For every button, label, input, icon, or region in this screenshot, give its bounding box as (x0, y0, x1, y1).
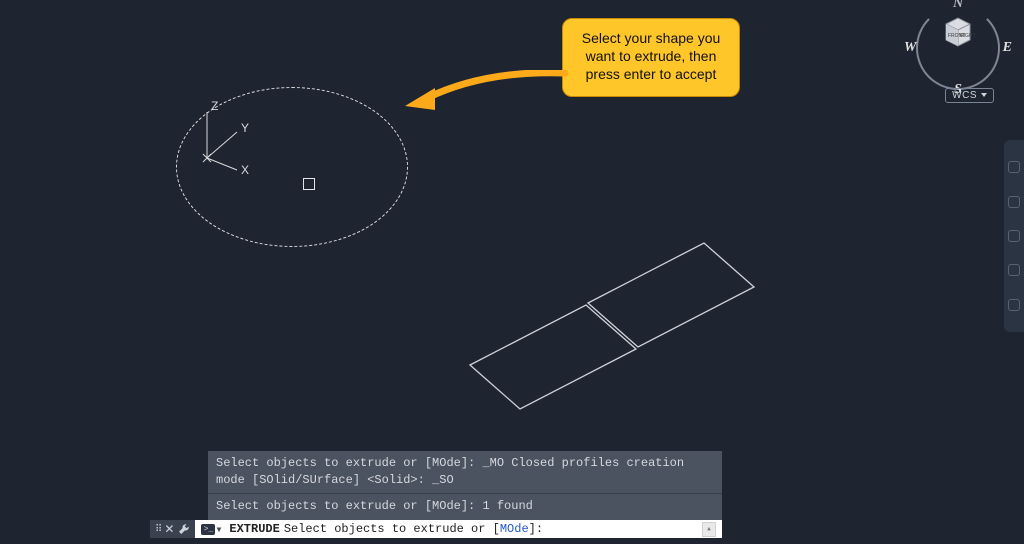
compass-e[interactable]: E (1003, 40, 1012, 56)
command-prompt: Select objects to extrude or [MOde]: (284, 522, 543, 536)
pickbox-cursor (303, 178, 315, 190)
active-command: EXTRUDE (229, 522, 279, 536)
close-icon[interactable]: ✕ (164, 523, 174, 535)
navbar-button[interactable] (1008, 230, 1020, 242)
selected-ellipse[interactable] (176, 87, 408, 247)
command-option[interactable]: MOde (500, 522, 529, 536)
navbar-button[interactable] (1008, 196, 1020, 208)
command-line[interactable]: ⠿ ✕ >_ ▾ EXTRUDE Select objects to extru… (150, 520, 722, 538)
navigation-bar[interactable] (1004, 140, 1024, 332)
command-line-controls: ⠿ ✕ (150, 520, 195, 538)
compass-n: N (953, 0, 963, 12)
recent-commands-caret[interactable]: ▾ (215, 522, 223, 537)
viewcube-cube[interactable]: FRONT RIGHT (938, 12, 978, 52)
chevron-down-icon (981, 93, 987, 97)
svg-text:RIGHT: RIGHT (960, 33, 976, 39)
history-line: Select objects to extrude or [MOde]: 1 f… (216, 498, 714, 515)
drawing-canvas[interactable]: X Y Z Select your shape you want to extr… (0, 0, 1024, 544)
instruction-text: Select your shape you want to extrude, t… (582, 30, 721, 82)
command-input[interactable]: >_ ▾ EXTRUDE Select objects to extrude o… (195, 520, 722, 538)
terminal-icon: >_ (201, 524, 215, 535)
navbar-button[interactable] (1008, 161, 1020, 173)
command-history: Select objects to extrude or [MOde]: _MO… (208, 451, 722, 520)
history-line: Select objects to extrude or [MOde]: _MO… (216, 455, 714, 490)
drag-handle-icon[interactable]: ⠿ (155, 524, 160, 535)
compass-w[interactable]: W (904, 40, 916, 56)
viewcube[interactable]: N S E W FRONT RIGHT (910, 0, 1006, 96)
wcs-badge[interactable]: WCS (945, 88, 994, 103)
navbar-button[interactable] (1008, 264, 1020, 276)
navbar-button[interactable] (1008, 299, 1020, 311)
instruction-callout: Select your shape you want to extrude, t… (562, 18, 740, 97)
callout-arrow (405, 70, 575, 120)
customize-icon[interactable] (178, 523, 190, 535)
history-expand-icon[interactable]: ▴ (702, 522, 716, 537)
